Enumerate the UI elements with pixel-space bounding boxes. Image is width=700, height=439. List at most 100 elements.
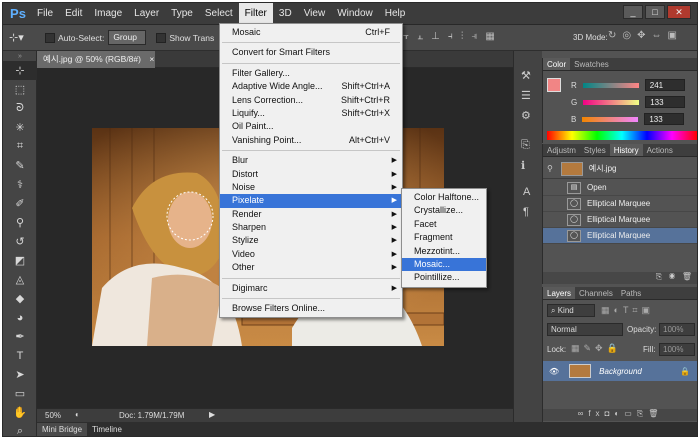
trash-icon[interactable]: 🗑	[682, 272, 692, 281]
path-selection-tool-icon[interactable]: ➤	[3, 365, 37, 384]
menu-select[interactable]: Select	[199, 3, 239, 25]
move-tool-icon[interactable]: ⊹▾	[9, 31, 39, 44]
menu-item-crystallize[interactable]: Crystallize...	[402, 204, 486, 217]
clone-source-icon[interactable]: ⎘	[521, 139, 530, 152]
slide-3d-icon[interactable]: ⇔	[652, 30, 662, 41]
menu-item-pointillize[interactable]: Pointillize...	[402, 271, 486, 284]
b-slider[interactable]	[582, 116, 639, 122]
tab-history[interactable]: History	[609, 144, 643, 156]
history-brush-tool-icon[interactable]: ↺	[3, 232, 37, 251]
minimize-button[interactable]: _	[623, 5, 643, 19]
history-item[interactable]: ◯ Elliptical Marquee	[543, 196, 697, 212]
menu-layer[interactable]: Layer	[128, 3, 165, 25]
tab-layers[interactable]: Layers	[543, 287, 576, 299]
blur-tool-icon[interactable]: ◆	[3, 289, 37, 308]
g-slider[interactable]	[583, 99, 640, 105]
healing-brush-tool-icon[interactable]: ⚕	[3, 175, 37, 194]
restore-button[interactable]: □	[645, 5, 665, 19]
adjustment-layer-icon[interactable]: ◐	[614, 409, 624, 418]
menu-edit[interactable]: Edit	[59, 3, 88, 25]
close-tab-icon[interactable]: ×	[149, 54, 154, 64]
new-document-from-state-icon[interactable]: ⎘	[656, 272, 662, 281]
clone-stamp-tool-icon[interactable]: ⚲	[3, 213, 37, 232]
menu-item-liquify[interactable]: Liquify... Shift+Ctrl+X	[220, 107, 402, 120]
brush-tool-icon[interactable]: ✐	[3, 194, 37, 213]
show-transform-checkbox[interactable]	[156, 32, 167, 43]
menu-item-convert-smart-filters[interactable]: Convert for Smart Filters	[220, 46, 402, 59]
tab-color[interactable]: Color	[543, 58, 571, 70]
r-slider[interactable]	[582, 82, 639, 88]
menu-item-mezzotint[interactable]: Mezzotint...	[402, 245, 486, 258]
tab-mini-bridge[interactable]: Mini Bridge	[37, 423, 88, 436]
menu-item-browse-filters-online[interactable]: Browse Filters Online...	[220, 302, 402, 315]
new-layer-icon[interactable]: ⎘	[637, 409, 648, 418]
layer-row-background[interactable]: 👁 Background 🔒	[543, 361, 697, 381]
menu-item-filter-gallery[interactable]: Filter Gallery...	[220, 67, 402, 80]
history-snapshot[interactable]: ⚲ 예시.jpg	[543, 159, 697, 179]
foreground-color-swatch[interactable]	[547, 78, 561, 92]
menu-help[interactable]: Help	[379, 3, 412, 25]
paragraph-panel-icon[interactable]: ¶	[523, 206, 529, 218]
auto-select-dropdown[interactable]: Group	[108, 30, 147, 45]
menu-item-facet[interactable]: Facet	[402, 218, 486, 231]
lock-icons[interactable]: ▦✎✥🔒	[571, 343, 622, 354]
layer-filter-icons[interactable]: ▦◐T⌗▣	[601, 305, 654, 316]
auto-select-checkbox[interactable]	[45, 32, 55, 43]
tab-actions[interactable]: Actions	[643, 144, 677, 156]
delete-layer-icon[interactable]: 🗑	[648, 409, 663, 418]
menu-file[interactable]: File	[31, 3, 59, 25]
fill-input[interactable]: 100%	[659, 343, 695, 356]
tab-paths[interactable]: Paths	[617, 287, 645, 299]
toolbar-collapse-icon[interactable]: »	[3, 51, 37, 61]
menu-image[interactable]: Image	[88, 3, 128, 25]
visibility-eye-icon[interactable]: 👁	[549, 367, 559, 376]
auto-align-icon[interactable]: ▦	[485, 31, 494, 42]
menu-item-distort[interactable]: Distort ▶	[220, 168, 402, 181]
close-button[interactable]: ✕	[667, 5, 691, 19]
opacity-input[interactable]: 100%	[659, 323, 695, 336]
align-bottom-icon[interactable]: ⊥	[431, 31, 440, 42]
b-value-input[interactable]: 133	[644, 113, 685, 125]
tab-styles[interactable]: Styles	[580, 144, 610, 156]
align-middle-icon[interactable]: ⫠	[417, 31, 423, 42]
hand-tool-icon[interactable]: ✋	[3, 403, 37, 422]
eyedropper-tool-icon[interactable]: ✎	[3, 156, 37, 175]
pen-tool-icon[interactable]: ✒	[3, 327, 37, 346]
menu-item-color-halftone[interactable]: Color Halftone...	[402, 191, 486, 204]
roll-3d-icon[interactable]: ◎	[622, 30, 631, 41]
tab-channels[interactable]: Channels	[575, 287, 617, 299]
lasso-tool-icon[interactable]: ᘐ	[3, 99, 37, 118]
menu-item-render[interactable]: Render ▶	[220, 208, 402, 221]
zoom-level[interactable]: 50%	[45, 411, 61, 420]
crop-tool-icon[interactable]: ⌗	[3, 137, 37, 156]
history-item[interactable]: ▤ Open	[543, 180, 697, 196]
type-tool-icon[interactable]: T	[3, 346, 37, 365]
menu-item-pixelate[interactable]: Pixelate ▶	[220, 194, 402, 208]
magic-wand-tool-icon[interactable]: ✳	[3, 118, 37, 137]
menu-item-digimarc[interactable]: Digimarc ▶	[220, 282, 402, 295]
menu-item-vanishing-point[interactable]: Vanishing Point... Alt+Ctrl+V	[220, 134, 402, 147]
distribute-right-icon[interactable]: ⫣	[471, 31, 477, 42]
eraser-tool-icon[interactable]: ◩	[3, 251, 37, 270]
menu-window[interactable]: Window	[331, 3, 379, 25]
shape-tool-icon[interactable]: ▭	[3, 384, 37, 403]
menu-3d[interactable]: 3D	[273, 3, 298, 25]
status-info-icon[interactable]: ◐	[75, 410, 80, 419]
info-panel-icon[interactable]: ℹ	[521, 159, 525, 172]
r-value-input[interactable]: 241	[644, 79, 685, 91]
tab-adjustments[interactable]: Adjustm	[543, 144, 580, 156]
camera-icon[interactable]: ◉	[669, 272, 675, 281]
menu-item-lens-correction[interactable]: Lens Correction... Shift+Ctrl+R	[220, 94, 402, 107]
menu-item-oil-paint[interactable]: Oil Paint...	[220, 120, 402, 133]
tab-swatches[interactable]: Swatches	[570, 58, 613, 70]
menu-item-mosaic[interactable]: Mosaic...	[402, 257, 486, 272]
history-item-selected[interactable]: ◯ Elliptical Marquee	[543, 228, 697, 244]
menu-item-video[interactable]: Video ▶	[220, 248, 402, 261]
g-value-input[interactable]: 133	[645, 96, 686, 108]
blend-mode-select[interactable]: Normal	[547, 323, 623, 336]
distribute-left-icon[interactable]: ⫞	[448, 31, 453, 42]
marquee-tool-icon[interactable]: ⬚	[3, 80, 37, 99]
adjustments-icon[interactable]: ⚙	[521, 109, 531, 122]
menu-item-last-filter[interactable]: Mosaic Ctrl+F	[220, 26, 402, 39]
rotate-3d-icon[interactable]: ↻	[608, 30, 616, 41]
